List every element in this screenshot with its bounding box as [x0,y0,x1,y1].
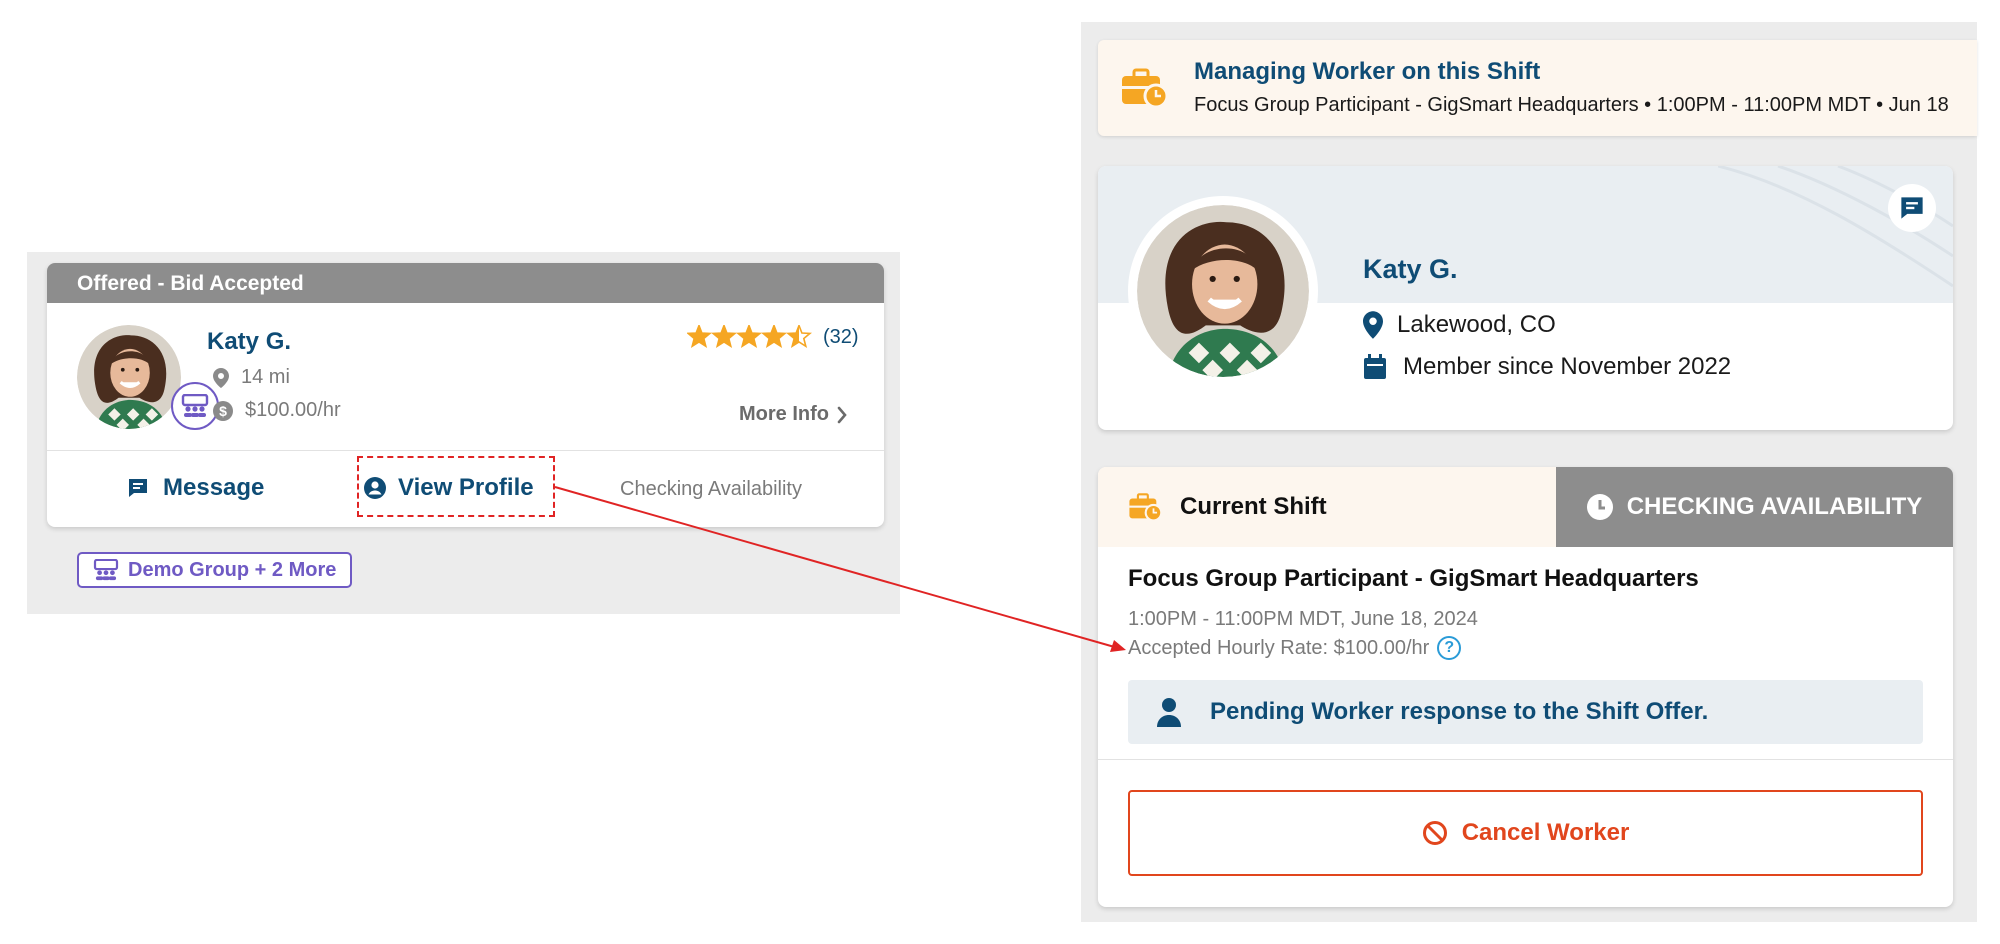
location-pin-icon [1363,311,1383,339]
shift-rate-row: Accepted Hourly Rate: $100.00/hr ? [1128,636,1462,660]
clock-icon [1586,494,1613,520]
rate-row: $ $100.00/hr [213,399,341,422]
star-icon [736,325,762,349]
cancel-worker-button[interactable]: Cancel Worker [1128,790,1923,876]
shift-title: Focus Group Participant - GigSmart Headq… [1128,565,1699,592]
offer-status-header: Offered - Bid Accepted [47,263,884,303]
profile-member-since: Member since November 2022 [1363,353,1731,381]
managing-worker-banner: Managing Worker on this Shift Focus Grou… [1098,40,1977,136]
briefcase-clock-icon [1122,68,1168,108]
star-icon [786,325,812,349]
worker-offer-card: Offered - Bid Accepted Katy G. 14 mi $ $… [47,263,884,527]
current-shift-label: Current Shift [1180,493,1327,520]
current-shift-card: Current Shift CHECKING AVAILABILITY Focu… [1098,467,1953,907]
message-label: Message [163,474,265,501]
worker-name[interactable]: Katy G. [207,328,291,356]
profile-photo [1128,196,1318,386]
view-profile-label: View Profile [398,474,534,501]
shift-time: 1:00PM - 11:00PM MDT, June 18, 2024 [1128,608,1478,630]
checking-availability-status: Checking Availability [620,478,802,500]
svg-text:$: $ [219,403,227,419]
calendar-icon [1364,354,1386,379]
member-since-label: Member since November 2022 [1403,353,1732,380]
dollar-icon: $ [213,400,233,421]
status-label: CHECKING AVAILABILITY [1626,493,1923,520]
view-profile-button[interactable]: View Profile [364,474,534,502]
more-info-label: More Info [739,403,829,425]
chat-icon [129,479,147,497]
rate-value: $100.00/hr [245,399,341,421]
user-circle-icon [364,477,386,499]
worker-profile-card: Katy G. Lakewood, CO Member since Novemb… [1098,166,1953,430]
rating-count: (32) [823,325,859,348]
group-tag-label: Demo Group + 2 More [128,558,337,581]
profile-name: Katy G. [1363,254,1458,284]
more-info-link[interactable]: More Info [739,403,847,426]
chevron-right-icon [837,406,847,423]
person-icon [1157,698,1181,727]
star-icon [687,325,712,349]
profile-location: Lakewood, CO [1363,311,1556,339]
location-pin-icon [213,367,229,388]
cancel-worker-label: Cancel Worker [1461,819,1630,846]
distance-row: 14 mi [213,366,290,389]
chat-button[interactable] [1888,184,1936,232]
group-tag[interactable]: Demo Group + 2 More [77,552,353,588]
help-icon[interactable]: ? [1437,636,1462,660]
banner-subtitle: Focus Group Participant - GigSmart Headq… [1194,94,1949,116]
message-button[interactable]: Message [127,474,264,502]
banner-title: Managing Worker on this Shift [1194,58,1541,85]
accepted-rate: Accepted Hourly Rate: $100.00/hr [1128,636,1430,659]
pending-label: Pending Worker response to the Shift Off… [1210,698,1709,725]
stars-icon [687,325,812,349]
distance-value: 14 mi [241,366,290,388]
chat-icon [1901,197,1923,219]
briefcase-clock-icon [1129,493,1162,522]
star-rating[interactable]: (32) [687,325,859,349]
location-label: Lakewood, CO [1397,311,1556,338]
shift-divider [1098,759,1953,760]
current-shift-tab[interactable]: Current Shift [1098,467,1556,547]
status-badge: CHECKING AVAILABILITY [1556,467,1953,547]
star-icon [761,325,787,349]
star-icon [711,325,737,349]
card-divider [47,450,884,451]
group-icon [93,559,119,581]
avatar[interactable] [77,325,181,429]
ban-icon [1422,821,1447,845]
pending-response-notice: Pending Worker response to the Shift Off… [1128,680,1923,744]
group-badge-icon [171,382,219,430]
